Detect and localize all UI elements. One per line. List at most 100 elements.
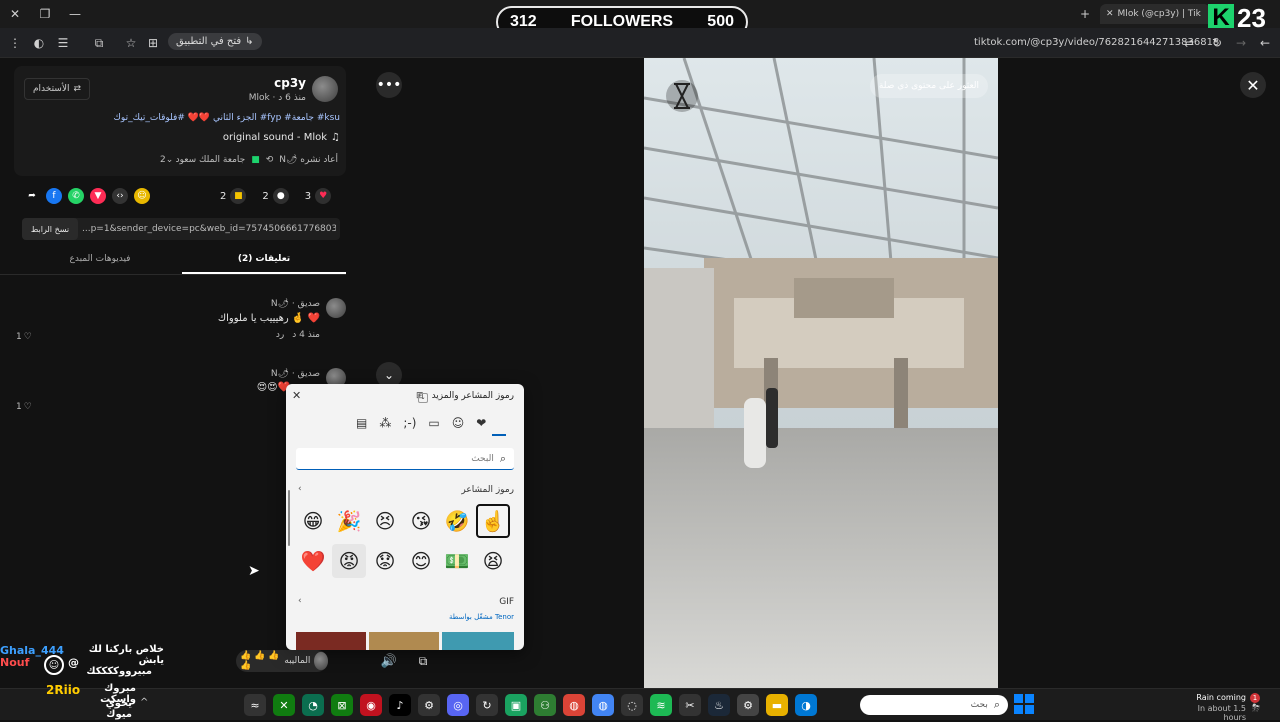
gif-thumbnail[interactable]: [296, 632, 366, 650]
comment-author[interactable]: N🌶 · صديق: [220, 369, 320, 379]
emoji-item[interactable]: 💵: [440, 544, 474, 578]
author-avatar[interactable]: [312, 76, 338, 102]
panel-scrollbar[interactable]: [288, 490, 290, 546]
xbox-icon[interactable]: ✕: [273, 694, 295, 716]
discord-icon[interactable]: ◎: [447, 694, 469, 716]
file-explorer-icon[interactable]: ▬: [766, 694, 788, 716]
comment-author[interactable]: N🌶 · صديق: [220, 299, 320, 309]
settings-icon[interactable]: ⚙: [737, 694, 759, 716]
close-panel-icon[interactable]: ✕: [292, 389, 301, 402]
emoji-item[interactable]: 😡: [332, 544, 366, 578]
comment-avatar[interactable]: [326, 298, 346, 318]
emoji-item[interactable]: ☝️: [476, 504, 510, 538]
emoji-search-input[interactable]: البحث ⌕: [296, 448, 514, 470]
gif-thumbnail[interactable]: [442, 632, 514, 650]
gif-icon[interactable]: ▭: [428, 416, 439, 430]
edge-dev-icon[interactable]: ◔: [302, 694, 324, 716]
tab-creator-videos[interactable]: فيديوهات المبدع: [18, 254, 182, 264]
menu-dots-icon[interactable]: ⋮: [4, 32, 26, 54]
settings-cog-icon[interactable]: ⚙: [418, 694, 440, 716]
extensions-icon[interactable]: ⧉: [88, 32, 110, 54]
whatsapp-icon[interactable]: ✆: [68, 188, 84, 204]
emoji-item[interactable]: 😊: [404, 544, 438, 578]
copy-link-button[interactable]: نسخ الرابط: [22, 218, 78, 240]
tab-comments[interactable]: تعليقات (2): [182, 254, 346, 264]
more-options-icon[interactable]: •••: [376, 72, 402, 98]
link-text[interactable]: ...p=1&sender_device=pc&web_id=757450666…: [82, 224, 336, 234]
kaomoji-icon[interactable]: ;-): [403, 416, 416, 430]
xbox-app-icon[interactable]: ⊠: [331, 694, 353, 716]
red-app-icon[interactable]: ◉: [360, 694, 382, 716]
comment-like[interactable]: 1 ♡: [16, 332, 32, 342]
comment-like[interactable]: 1 ♡: [16, 402, 32, 412]
active-tab[interactable]: ✕ Mlok (@cp3y) | Tik: [1100, 4, 1210, 24]
scroll-left-icon[interactable]: ‹: [298, 484, 302, 494]
facebook-icon[interactable]: f: [46, 188, 62, 204]
recent-emoji-icon[interactable]: ❤: [476, 416, 486, 430]
weather-icon[interactable]: ⛈: [1252, 703, 1260, 714]
import-button[interactable]: الأستخدام ⇄: [24, 78, 90, 100]
steam-icon[interactable]: ♨: [708, 694, 730, 716]
bookmark-star-icon[interactable]: ☆: [120, 32, 142, 54]
panel-dropdown-icon[interactable]: ⌄: [418, 393, 428, 403]
network-app-icon[interactable]: ⚇: [534, 694, 556, 716]
emoji-item[interactable]: 🤣: [440, 504, 474, 538]
tiktok-icon[interactable]: ♪: [389, 694, 411, 716]
bookmark-icon[interactable]: ■: [230, 188, 247, 204]
open-in-app-button[interactable]: فتح في التطبيق ↳: [168, 33, 262, 50]
tab-list-icon[interactable]: ☰: [52, 32, 74, 54]
emoji-item[interactable]: 😁: [296, 504, 330, 538]
share-arrow-icon[interactable]: ➦: [24, 188, 40, 204]
spotify-icon[interactable]: ≋: [650, 694, 672, 716]
edge-icon[interactable]: ◑: [795, 694, 817, 716]
picture-in-picture-icon[interactable]: ⧉: [412, 650, 434, 672]
windows-start-icon[interactable]: [1014, 694, 1034, 714]
close-video-icon[interactable]: ✕: [1240, 72, 1266, 98]
emoji-item[interactable]: 😘: [404, 504, 438, 538]
tiktok-share-icon[interactable]: ▼: [90, 188, 106, 204]
capcut-icon[interactable]: ✂: [679, 694, 701, 716]
emoji-item[interactable]: 😣: [368, 504, 402, 538]
minimize-window-icon[interactable]: —: [64, 3, 86, 25]
emoji-share-icon[interactable]: ☺: [134, 188, 150, 204]
chrome-active-icon[interactable]: ◍: [592, 694, 614, 716]
back-icon[interactable]: ←: [1254, 32, 1276, 54]
taskbar-search-input[interactable]: بحث ⌕: [860, 695, 1008, 715]
tenor-credit[interactable]: مشغّل بواسطة Tenor: [366, 613, 514, 621]
sync-icon[interactable]: ↻: [476, 694, 498, 716]
chrome-icon[interactable]: ◍: [563, 694, 585, 716]
clipboard-icon[interactable]: ▤: [356, 416, 367, 430]
install-app-icon[interactable]: ⊞: [142, 32, 164, 54]
mw-app-icon[interactable]: ≈: [244, 694, 266, 716]
close-window-icon[interactable]: ✕: [4, 3, 26, 25]
weather-title[interactable]: Rain coming: [1174, 693, 1246, 702]
smiley-icon[interactable]: ☺: [452, 416, 465, 430]
emoji-item[interactable]: ❤️: [296, 544, 330, 578]
chat-app-icon[interactable]: ▣: [505, 694, 527, 716]
heart-icon[interactable]: ♥: [315, 188, 332, 204]
reply-link[interactable]: رد: [276, 330, 284, 340]
comment-icon[interactable]: ●: [272, 188, 289, 204]
new-tab-icon[interactable]: +: [1074, 3, 1096, 25]
find-related-button[interactable]: العثور على محتوى ذي صلة: [870, 74, 988, 98]
emoji-item[interactable]: 😟: [368, 544, 402, 578]
restore-window-icon[interactable]: ❐: [34, 3, 56, 25]
emoji-item[interactable]: 😫: [476, 544, 510, 578]
profile-icon[interactable]: ◐: [28, 32, 50, 54]
tab-close-icon[interactable]: ✕: [1106, 9, 1114, 19]
scroll-left-icon[interactable]: ‹: [298, 596, 302, 606]
volume-icon[interactable]: 🔊: [378, 650, 400, 672]
video-player[interactable]: العثور على محتوى ذي صلة: [644, 58, 998, 688]
reload-icon[interactable]: ↻: [1206, 32, 1228, 54]
university-tag[interactable]: جامعة الملك سعود: [176, 155, 246, 165]
embed-icon[interactable]: ‹›: [112, 188, 128, 204]
site-settings-icon[interactable]: ⇌: [1178, 32, 1200, 54]
more-tags-badge[interactable]: 2⌄: [160, 155, 173, 165]
gif-thumbnail[interactable]: [369, 632, 439, 650]
obs-icon[interactable]: ◌: [621, 694, 643, 716]
symbols-icon[interactable]: ⁂: [379, 416, 391, 430]
forward-icon[interactable]: →: [1230, 32, 1252, 54]
sound-row[interactable]: original sound - Mlok ♫: [114, 132, 340, 143]
system-tray-chevron-icon[interactable]: ^: [140, 697, 148, 708]
emoji-item[interactable]: 🎉: [332, 504, 366, 538]
